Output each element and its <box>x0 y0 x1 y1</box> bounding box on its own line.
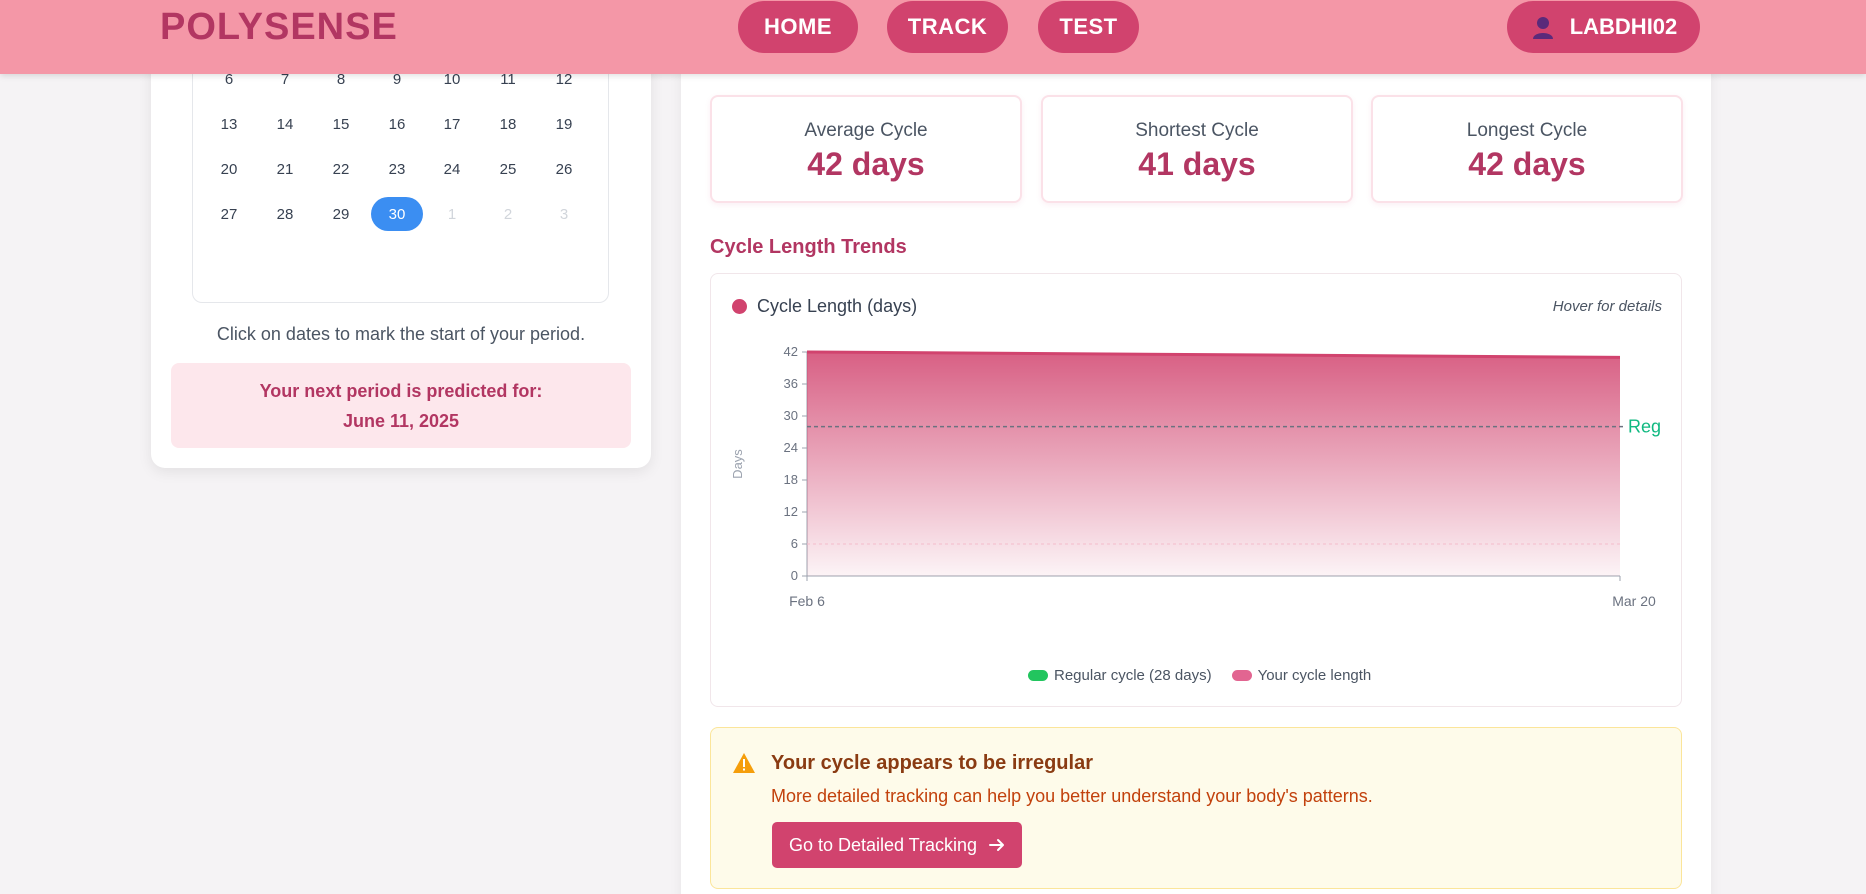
calendar-day[interactable]: 15 <box>315 107 367 141</box>
average-cycle-card: Average Cycle 42 days <box>710 95 1022 203</box>
hover-hint: Hover for details <box>1552 298 1662 315</box>
yours-swatch <box>1231 670 1252 681</box>
calendar-day[interactable]: 21 <box>259 152 311 186</box>
section-title: Cycle Length Trends <box>710 236 907 258</box>
legend-regular-label: Regular cycle (28 days) <box>1054 667 1212 684</box>
calendar-grid: 3031123456789101112131415161718192021222… <box>192 32 609 303</box>
y-tick-label: 24 <box>784 440 798 455</box>
shortest-cycle-label: Shortest Cycle <box>1135 120 1259 141</box>
y-tick-label: 18 <box>784 472 798 487</box>
cycle-length-chart[interactable]: 0 6 12 18 24 30 36 42 Days Reg Feb 6 Mar 20 <box>710 330 1682 650</box>
calendar-day[interactable]: 25 <box>482 152 534 186</box>
chart-legend-label: Cycle Length (days) <box>757 296 918 316</box>
calendar-day[interactable]: 28 <box>259 197 311 231</box>
legend-yours-label: Your cycle length <box>1257 667 1372 684</box>
user-icon <box>1532 17 1553 39</box>
nav-track-button[interactable]: TRACK <box>887 1 1008 53</box>
calendar-hint: Click on dates to mark the start of your… <box>216 324 586 344</box>
calendar-day[interactable]: 29 <box>315 197 367 231</box>
top-navbar: POLYSENSE HOME TRACK TEST LABDHI02 <box>0 0 1866 74</box>
x-tick-label: Mar 20 <box>1612 593 1656 609</box>
longest-cycle-card: Longest Cycle 42 days <box>1371 95 1683 203</box>
longest-cycle-value: 42 days <box>1468 146 1586 182</box>
series-area <box>807 352 1620 576</box>
arrow-right-icon <box>989 839 1005 851</box>
nav-home-button[interactable]: HOME <box>738 1 858 53</box>
warning-icon <box>733 753 755 773</box>
calendar-day[interactable]: 24 <box>426 152 478 186</box>
y-tick-label: 36 <box>784 376 798 391</box>
brand-logo[interactable]: POLYSENSE <box>160 6 398 49</box>
longest-cycle-label: Longest Cycle <box>1466 120 1588 141</box>
calendar-day[interactable]: 22 <box>315 152 367 186</box>
username-label: LABDHI02 <box>1569 14 1678 39</box>
calendar-day[interactable]: 16 <box>371 107 423 141</box>
y-tick-label: 42 <box>784 344 798 359</box>
calendar-day[interactable]: 17 <box>426 107 478 141</box>
legend-regular: Regular cycle (28 days) <box>1028 667 1212 684</box>
calendar-day: 3 <box>559 205 569 223</box>
prediction-date: June 11, 2025 <box>342 411 460 431</box>
calendar-day[interactable]: 14 <box>259 107 311 141</box>
calendar-day[interactable]: 27 <box>203 197 255 231</box>
calendar-day[interactable]: 20 <box>203 152 255 186</box>
calendar-day[interactable]: 13 <box>203 107 255 141</box>
y-tick-label: 30 <box>784 408 798 423</box>
average-cycle-label: Average Cycle <box>804 120 928 141</box>
calendar-day[interactable]: 26 <box>538 152 590 186</box>
nav-test-button[interactable]: TEST <box>1038 1 1139 53</box>
y-axis-label: Days <box>730 449 745 479</box>
legend-yours: Your cycle length <box>1231 667 1372 684</box>
calendar-day: 2 <box>503 205 513 223</box>
detailed-tracking-label: Go to Detailed Tracking <box>788 834 978 855</box>
calendar-day[interactable]: 19 <box>538 107 590 141</box>
alert-text: More detailed tracking can help you bett… <box>771 786 1373 806</box>
chart-legend: Cycle Length (days) <box>732 296 917 317</box>
chart-bottom-legend: Regular cycle (28 days) Your cycle lengt… <box>1028 667 1371 684</box>
shortest-cycle-value: 41 days <box>1138 146 1256 182</box>
x-tick-label: Feb 6 <box>789 593 825 609</box>
prediction-label: Your next period is predicted for: <box>259 381 543 401</box>
average-cycle-value: 42 days <box>807 146 925 182</box>
shortest-cycle-card: Shortest Cycle 41 days <box>1041 95 1353 203</box>
calendar-day-selected[interactable]: 30 <box>371 197 423 231</box>
calendar-day[interactable]: 18 <box>482 107 534 141</box>
prediction-box: Your next period is predicted for: June … <box>171 363 631 448</box>
regular-swatch <box>1028 670 1048 681</box>
calendar-day: 1 <box>447 205 457 223</box>
legend-dot-icon <box>732 299 747 314</box>
y-tick-label: 6 <box>791 536 798 551</box>
y-tick-label: 12 <box>784 504 798 519</box>
y-tick-label: 0 <box>791 568 798 583</box>
reference-line-label: Reg <box>1628 417 1661 437</box>
calendar-day[interactable]: 23 <box>371 152 423 186</box>
user-menu-button[interactable]: LABDHI02 <box>1507 1 1700 53</box>
alert-title: Your cycle appears to be irregular <box>771 752 1093 774</box>
detailed-tracking-button[interactable]: Go to Detailed Tracking <box>772 822 1022 868</box>
